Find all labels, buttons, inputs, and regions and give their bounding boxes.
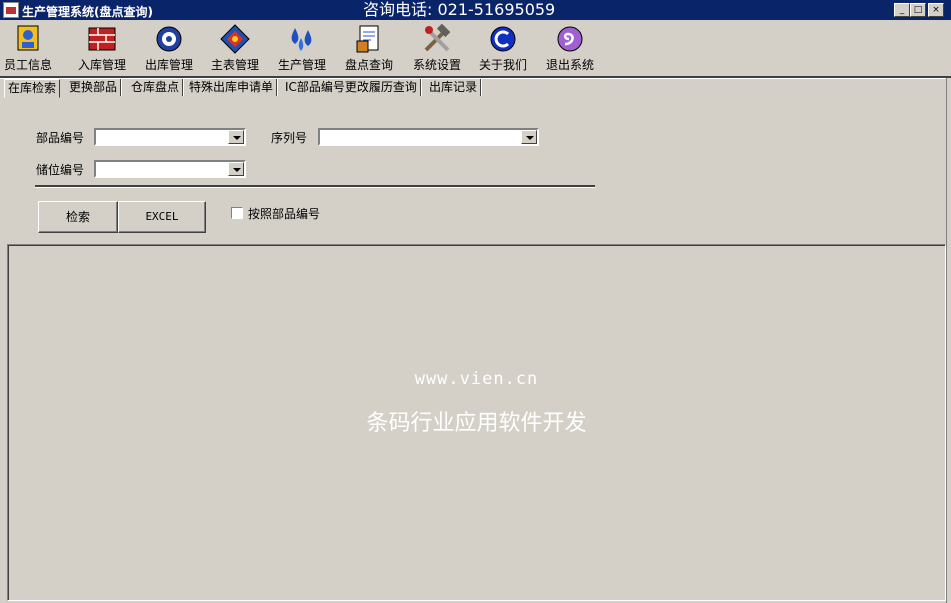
toolbar-label: 员工信息 xyxy=(4,58,53,72)
part-no-combo[interactable] xyxy=(94,128,246,146)
maximize-button[interactable]: □ xyxy=(910,3,926,17)
warehouse-out-icon xyxy=(153,24,185,54)
toolbar-label: 生产管理 xyxy=(278,58,327,72)
form-divider xyxy=(35,185,595,188)
watermark-text: 条码行业应用软件开发 xyxy=(366,411,587,436)
part-no-input[interactable] xyxy=(96,130,230,144)
serial-no-input[interactable] xyxy=(320,130,523,144)
watermark-url: www.vien.cn xyxy=(414,369,539,389)
tab-ic-part-history[interactable]: IC部品编号更改履历查询 xyxy=(282,79,421,96)
toolbar-master-table[interactable]: 主表管理 xyxy=(211,24,259,73)
toolbar-label: 退出系统 xyxy=(546,58,595,72)
title-bar[interactable]: 生产管理系统(盘点查询) 咨询电话: 021-51695059 _ □ × xyxy=(0,0,951,20)
location-no-combo[interactable] xyxy=(94,160,246,178)
search-button[interactable]: 检索 xyxy=(38,201,118,233)
inventory-query-icon xyxy=(353,24,385,54)
toolbar-label: 主表管理 xyxy=(211,58,260,72)
about-icon xyxy=(487,24,519,54)
serial-no-label: 序列号 xyxy=(271,131,308,145)
toolbar-employee-info[interactable]: 员工信息 xyxy=(4,24,52,73)
toolbar-exit-system[interactable]: 退出系统 xyxy=(546,24,594,73)
toolbar-stock-out[interactable]: 出库管理 xyxy=(145,24,193,73)
exit-icon xyxy=(554,24,586,54)
app-icon[interactable] xyxy=(3,2,19,18)
chevron-down-icon[interactable] xyxy=(228,130,244,144)
chevron-down-icon[interactable] xyxy=(521,130,537,144)
minimize-button[interactable]: _ xyxy=(894,3,910,17)
toolbar-inventory-query[interactable]: 盘点查询 xyxy=(345,24,393,73)
sort-by-part-no-label[interactable]: 按照部品编号 xyxy=(248,205,320,222)
tab-replace-parts[interactable]: 更换部品 xyxy=(66,79,122,96)
master-table-icon xyxy=(219,24,251,54)
sort-by-part-no-checkbox[interactable] xyxy=(231,207,243,219)
toolbar-label: 盘点查询 xyxy=(345,58,394,72)
toolbar-system-settings[interactable]: 系统设置 xyxy=(413,23,462,73)
settings-tools-icon xyxy=(421,23,453,54)
toolbar-label: 系统设置 xyxy=(413,58,462,72)
toolbar-production[interactable]: 生产管理 xyxy=(278,24,326,73)
toolbar-label: 入库管理 xyxy=(78,58,127,72)
tab-outbound-records[interactable]: 出库记录 xyxy=(426,79,482,96)
excel-export-button[interactable]: EXCEL xyxy=(118,201,206,233)
toolbar: 员工信息 入库管理 出库管理 主表管理 生产管理 盘点查询 系统设置 关于我们 … xyxy=(0,20,951,76)
serial-no-combo[interactable] xyxy=(318,128,539,146)
toolbar-about-us[interactable]: 关于我们 xyxy=(479,24,527,73)
part-no-label: 部品编号 xyxy=(36,131,85,145)
close-button[interactable]: × xyxy=(928,3,944,17)
warehouse-in-icon xyxy=(86,24,118,54)
employee-icon xyxy=(12,24,44,54)
right-edge-panel xyxy=(946,78,951,603)
tab-stock-search[interactable]: 在库检索 xyxy=(4,79,61,98)
tab-warehouse-count[interactable]: 仓库盘点 xyxy=(128,79,184,96)
results-grid[interactable]: www.vien.cn 条码行业应用软件开发 xyxy=(7,244,946,601)
location-no-input[interactable] xyxy=(96,162,230,176)
toolbar-label: 关于我们 xyxy=(479,58,528,72)
chevron-down-icon[interactable] xyxy=(228,162,244,176)
location-no-label: 储位编号 xyxy=(36,163,85,177)
tab-special-outbound[interactable]: 特殊出库申请单 xyxy=(186,79,278,96)
toolbar-stock-in[interactable]: 入库管理 xyxy=(78,24,126,73)
toolbar-label: 出库管理 xyxy=(145,58,194,72)
window-title: 生产管理系统(盘点查询) xyxy=(22,5,153,19)
hotline-text: 咨询电话: 021-51695059 xyxy=(363,0,556,19)
production-icon xyxy=(286,24,318,54)
